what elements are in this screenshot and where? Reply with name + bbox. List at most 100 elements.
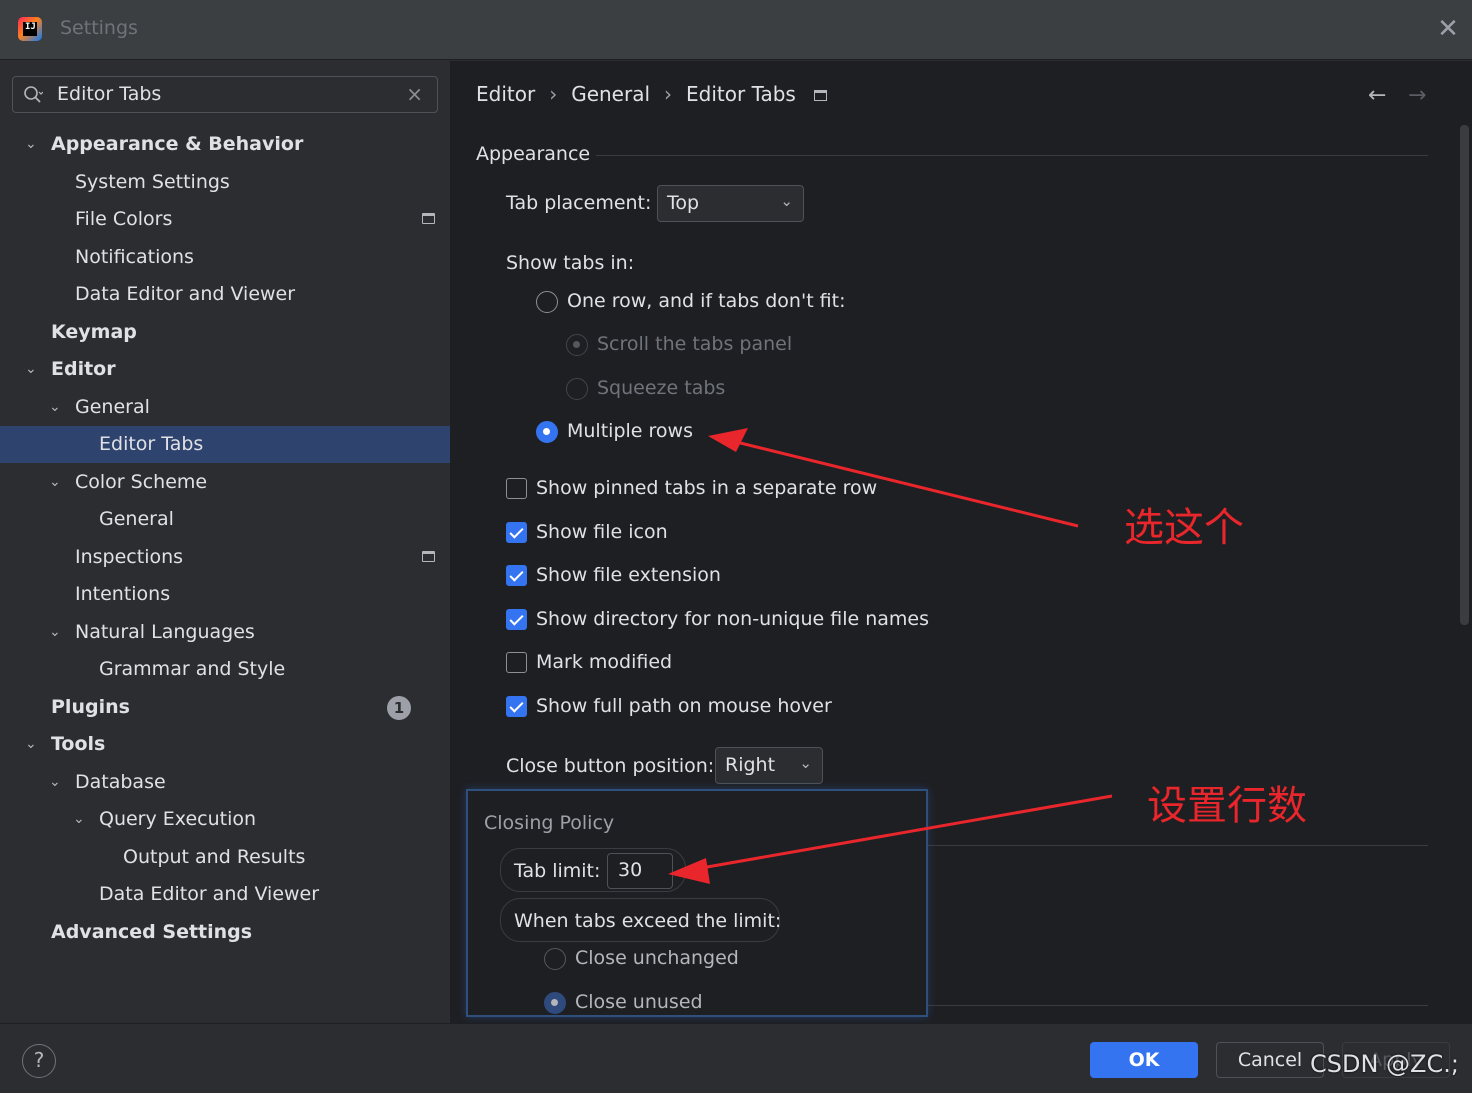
sidebar-item-label: General — [75, 395, 150, 418]
breadcrumb-editor-tabs: Editor Tabs — [686, 82, 796, 106]
sidebar-item-label: Keymap — [51, 320, 137, 343]
project-scope-icon — [813, 90, 827, 101]
show-full-path-label[interactable]: Show full path on mouse hover — [536, 695, 832, 717]
sidebar-item[interactable]: General — [0, 501, 450, 538]
sidebar-item[interactable]: ⌄ Database — [0, 764, 450, 801]
close-unused-radio[interactable] — [544, 992, 566, 1014]
sidebar-item-label: Appearance & Behavior — [51, 133, 304, 155]
sidebar-item[interactable]: Data Editor and Viewer — [0, 276, 450, 313]
chevron-down-icon[interactable]: ⌄ — [49, 464, 65, 501]
sidebar-item[interactable]: Notifications — [0, 239, 450, 276]
sidebar-item[interactable]: File Colors — [0, 201, 450, 238]
one-row-radio[interactable] — [536, 291, 558, 313]
breadcrumb-editor[interactable]: Editor — [476, 82, 535, 106]
sidebar-item[interactable]: Editor Tabs — [0, 426, 450, 463]
cancel-button[interactable]: Cancel — [1216, 1042, 1324, 1078]
search-value: Editor Tabs — [57, 83, 162, 105]
chevron-down-icon[interactable]: ⌄ — [25, 126, 41, 163]
chevron-down-icon[interactable]: ⌄ — [25, 351, 41, 388]
breadcrumb: Editor › General › Editor Tabs — [476, 82, 827, 106]
sidebar-item-label: Notifications — [75, 245, 194, 268]
sidebar-item-label: Data Editor and Viewer — [75, 283, 296, 305]
tab-limit-input[interactable]: 30 — [607, 853, 673, 889]
sidebar-item[interactable]: Plugins 1 — [0, 689, 450, 726]
sidebar-item[interactable]: Inspections — [0, 539, 450, 576]
sidebar-item[interactable]: ⌄ Color Scheme — [0, 464, 450, 501]
section-divider — [928, 845, 1428, 846]
chevron-down-icon: ⌄ — [799, 754, 812, 772]
close-unchanged-label[interactable]: Close unchanged — [575, 947, 739, 969]
sidebar-item-label: General — [99, 508, 174, 530]
show-file-icon-checkbox[interactable] — [506, 522, 527, 543]
section-divider — [928, 1005, 1428, 1006]
help-button[interactable]: ? — [22, 1044, 56, 1078]
sidebar-item[interactable]: ⌄ Editor — [0, 351, 450, 388]
mark-modified-checkbox[interactable] — [506, 652, 527, 673]
close-window-icon[interactable]: ✕ — [1436, 14, 1460, 44]
closing-policy-title: Closing Policy — [484, 812, 615, 834]
sidebar-item-label: Query Execution — [99, 808, 257, 830]
close-button-position-dropdown[interactable]: Right ⌄ — [715, 747, 823, 784]
pinned-separate-label[interactable]: Show pinned tabs in a separate row — [536, 477, 877, 499]
tab-placement-label: Tab placement: — [506, 192, 652, 214]
content-scrollbar[interactable] — [1460, 125, 1469, 625]
sidebar-item[interactable]: Keymap — [0, 314, 450, 351]
annotation-set-rows: 设置行数 — [1147, 783, 1307, 829]
intellij-logo-icon: IJ — [18, 17, 42, 41]
sidebar-item-label: Tools — [51, 733, 106, 755]
sidebar-item-label: Data Editor and Viewer — [99, 883, 320, 905]
sidebar-item[interactable]: ⌄ Query Execution — [0, 801, 450, 838]
sidebar-item[interactable]: Advanced Settings — [0, 914, 450, 951]
sidebar-item-label: Output and Results — [123, 845, 306, 868]
sidebar-item[interactable]: ⌄ Tools — [0, 726, 450, 763]
chevron-down-icon[interactable]: ⌄ — [49, 614, 65, 651]
sidebar-item[interactable]: Output and Results — [0, 839, 450, 876]
back-arrow-icon[interactable]: ← — [1368, 83, 1386, 108]
sidebar-item-label: System Settings — [75, 170, 230, 193]
sidebar-item-label: Color Scheme — [75, 470, 208, 493]
show-file-ext-checkbox[interactable] — [506, 565, 527, 586]
sidebar-item-label: Editor Tabs — [99, 433, 204, 455]
show-directory-checkbox[interactable] — [506, 609, 527, 630]
breadcrumb-general[interactable]: General — [571, 82, 650, 106]
settings-sidebar: Editor Tabs × ⌄ Appearance & Behavior Syst… — [0, 61, 450, 1023]
clear-search-icon[interactable]: × — [406, 82, 423, 106]
chevron-down-icon[interactable]: ⌄ — [73, 801, 89, 838]
search-input[interactable]: Editor Tabs × — [12, 76, 438, 113]
show-tabs-in-label: Show tabs in: — [506, 252, 635, 274]
close-unchanged-radio[interactable] — [544, 948, 566, 970]
close-unused-label[interactable]: Close unused — [575, 991, 703, 1013]
sidebar-item[interactable]: Data Editor and Viewer — [0, 876, 450, 913]
show-file-icon-label[interactable]: Show file icon — [536, 521, 668, 543]
show-file-ext-label[interactable]: Show file extension — [536, 564, 721, 586]
sidebar-item-label: Intentions — [75, 583, 171, 605]
sidebar-item[interactable]: Intentions — [0, 576, 450, 613]
window-title: Settings — [60, 17, 138, 39]
show-full-path-checkbox[interactable] — [506, 696, 527, 717]
show-directory-label[interactable]: Show directory for non-unique file names — [536, 608, 929, 630]
sidebar-item-label: Advanced Settings — [51, 920, 253, 943]
multiple-rows-label[interactable]: Multiple rows — [567, 420, 693, 442]
pinned-separate-checkbox[interactable] — [506, 478, 527, 499]
sidebar-item[interactable]: System Settings — [0, 164, 450, 201]
sidebar-item-label: Database — [75, 770, 166, 793]
chevron-down-icon[interactable]: ⌄ — [49, 764, 65, 801]
chevron-down-icon: ⌄ — [780, 192, 793, 210]
multiple-rows-radio[interactable] — [536, 421, 558, 443]
mark-modified-label[interactable]: Mark modified — [536, 651, 672, 673]
sidebar-item[interactable]: ⌄ Appearance & Behavior — [0, 126, 450, 163]
sidebar-item[interactable]: ⌄ General — [0, 389, 450, 426]
sidebar-item[interactable]: ⌄ Natural Languages — [0, 614, 450, 651]
project-scope-icon — [422, 550, 435, 562]
chevron-down-icon[interactable]: ⌄ — [25, 726, 41, 763]
tab-placement-dropdown[interactable]: Top ⌄ — [657, 185, 804, 222]
scroll-panel-radio — [566, 334, 588, 356]
tab-limit-label: Tab limit: — [514, 860, 601, 882]
exceed-limit-label: When tabs exceed the limit: — [514, 910, 782, 932]
ok-button[interactable]: OK — [1090, 1042, 1198, 1078]
forward-arrow-icon[interactable]: → — [1408, 83, 1426, 108]
chevron-down-icon[interactable]: ⌄ — [49, 389, 65, 426]
sidebar-item[interactable]: Grammar and Style — [0, 651, 450, 688]
one-row-label[interactable]: One row, and if tabs don't fit: — [567, 290, 846, 312]
sidebar-item-label: Editor — [51, 358, 116, 380]
